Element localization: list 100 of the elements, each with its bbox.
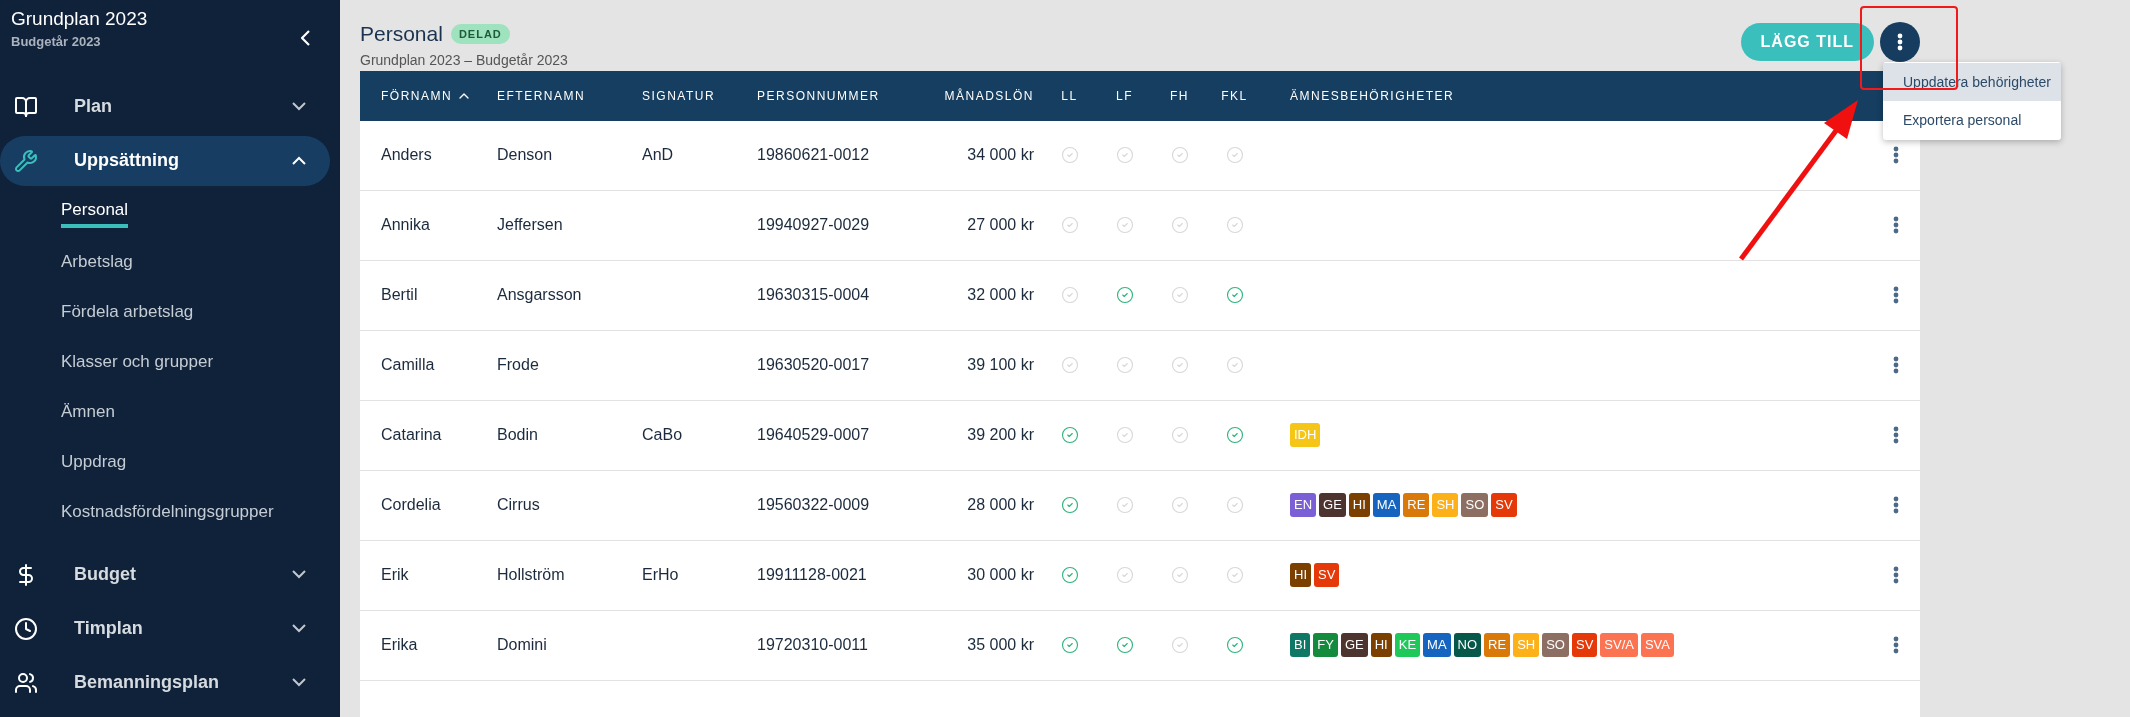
- personal-number-cell-text: 19860621-0012: [757, 145, 871, 165]
- subject-tag: HI: [1370, 633, 1392, 657]
- subject-tag: SV: [1314, 563, 1340, 587]
- column-header: EFTERNAMN: [497, 87, 586, 105]
- subject-tag: SO: [1542, 633, 1569, 657]
- subject-tag: EN: [1290, 493, 1317, 517]
- signature-cell: AnD: [642, 146, 674, 163]
- last-name-cell-text: Denson: [497, 145, 554, 165]
- salary-cell-text: 30 000 kr: [967, 565, 1034, 585]
- nav-link[interactable]: Arbetslag: [61, 237, 340, 288]
- personal-number-cell-text: 19640529-0007: [757, 425, 871, 445]
- shared-badge: DELAD: [450, 23, 510, 44]
- first-name-cell-text: Annika: [381, 215, 431, 235]
- row-menu-button[interactable]: [1891, 494, 1901, 516]
- subject-tag: NO: [1453, 633, 1482, 657]
- more-icon: [1893, 286, 1899, 304]
- row-menu-button[interactable]: [1891, 354, 1901, 376]
- first-name-cell-text: Cordelia: [381, 495, 442, 515]
- column-header: SIGNATUR: [642, 87, 716, 105]
- nav-link[interactable]: Fördela arbetslag: [61, 287, 340, 338]
- chevron-left-icon: [301, 30, 310, 46]
- column-header: FKL: [1221, 87, 1248, 105]
- row-menu-button[interactable]: [1891, 564, 1901, 586]
- last-name-cell-text: Ansgarsson: [497, 285, 583, 305]
- salary-cell-text: 32 000 kr: [967, 285, 1034, 305]
- column-header: FH: [1170, 87, 1189, 105]
- subject-tag: RE: [1484, 633, 1511, 657]
- subject-tag: GE: [1340, 633, 1368, 657]
- nav-link[interactable]: Uppdrag: [61, 437, 340, 488]
- subject-tag: SO: [1461, 493, 1489, 517]
- nav-group[interactable]: Bemanningsplan: [0, 657, 330, 708]
- subject-tag: SVA: [1640, 633, 1674, 657]
- nav-group[interactable]: Budget: [0, 549, 330, 600]
- chevron-down-icon: [292, 570, 306, 579]
- first-name-cell-text: Catarina: [381, 425, 443, 445]
- chevron-up-icon: [292, 156, 306, 165]
- more-icon: [1893, 216, 1899, 234]
- plan-subtitle: Budgetår 2023: [11, 33, 102, 51]
- subject-tag: SV: [1491, 493, 1517, 517]
- nav-group[interactable]: Plan: [0, 81, 330, 132]
- subject-tag: MA: [1372, 493, 1401, 517]
- salary-cell-text: 28 000 kr: [967, 495, 1034, 515]
- more-icon: [1893, 356, 1899, 374]
- subject-tag: SH: [1432, 493, 1459, 517]
- salary-cell-text: 39 200 kr: [967, 425, 1034, 445]
- last-name-cell-text: Jeffersen: [497, 215, 564, 235]
- nav-link[interactable]: Kostnadsfördelningsgrupper: [61, 487, 340, 538]
- first-name-cell-text: Bertil: [381, 285, 419, 305]
- people-icon: [14, 670, 38, 695]
- last-name-cell-text: Cirrus: [497, 495, 541, 515]
- nav-group[interactable]: Timplan: [0, 603, 330, 654]
- salary-cell-text: 34 000 kr: [967, 145, 1034, 165]
- subject-tag: FY: [1313, 633, 1338, 657]
- subject-tag: BI: [1290, 633, 1311, 657]
- personal-number-cell-text: 19630315-0004: [757, 285, 871, 305]
- page-subtitle: Grundplan 2023 – Budgetår 2023: [360, 50, 569, 70]
- first-name-cell-text: Erik: [381, 565, 410, 585]
- chevron-down-icon: [292, 624, 306, 633]
- column-header: MÅNADSLÖN: [944, 87, 1034, 105]
- clock-icon: [14, 616, 38, 641]
- collapse-button[interactable]: [299, 28, 312, 48]
- salary-cell-text: 39 100 kr: [967, 355, 1034, 375]
- more-icon: [1893, 146, 1899, 164]
- row-menu-button[interactable]: [1891, 424, 1901, 446]
- nav-link[interactable]: Klasser och grupper: [61, 337, 340, 388]
- column-header: PERSONNUMMER: [757, 87, 880, 105]
- nav-group[interactable]: Uppsättning: [0, 135, 330, 186]
- salary-cell-text: 35 000 kr: [967, 635, 1034, 655]
- column-header[interactable]: FÖRNAMN: [381, 86, 453, 105]
- column-header: LF: [1116, 87, 1133, 105]
- nav-link[interactable]: Personal: [61, 187, 340, 238]
- row-menu-button[interactable]: [1891, 634, 1901, 656]
- subject-tag: HI: [1348, 493, 1370, 517]
- first-name-cell-text: Anders: [381, 145, 433, 165]
- chevron-down-icon: [292, 678, 306, 687]
- subject-tag: KE: [1394, 633, 1421, 657]
- row-menu-button[interactable]: [1891, 144, 1901, 166]
- last-name-cell-text: Hollström: [497, 565, 566, 585]
- first-name-cell-text: Camilla: [381, 355, 436, 375]
- subject-tag: HI: [1290, 563, 1311, 587]
- personal-number-cell-text: 19911128-0021: [757, 565, 868, 585]
- last-name-cell-text: Domini: [497, 635, 548, 655]
- more-icon: [1893, 566, 1899, 584]
- book-icon: [14, 94, 38, 119]
- nav-link[interactable]: Ämnen: [61, 387, 340, 438]
- row-menu-button[interactable]: [1891, 214, 1901, 236]
- more-icon: [1893, 636, 1899, 654]
- more-button[interactable]: [1880, 22, 1920, 62]
- more-icon: [1893, 426, 1899, 444]
- signature-cell: ErHo: [642, 566, 679, 583]
- personal-number-cell-text: 19630520-0017: [757, 355, 871, 375]
- wrench-icon: [14, 148, 38, 173]
- page-title: Personal: [360, 21, 443, 47]
- menu-item[interactable]: Exportera personal: [1883, 101, 2061, 139]
- subject-tag: SH: [1513, 633, 1540, 657]
- subject-tag: IDH: [1290, 423, 1321, 447]
- row-menu-button[interactable]: [1891, 284, 1901, 306]
- personal-number-cell-text: 19940927-0029: [757, 215, 871, 235]
- column-header: LL: [1061, 87, 1078, 105]
- more-icon: [1893, 496, 1899, 514]
